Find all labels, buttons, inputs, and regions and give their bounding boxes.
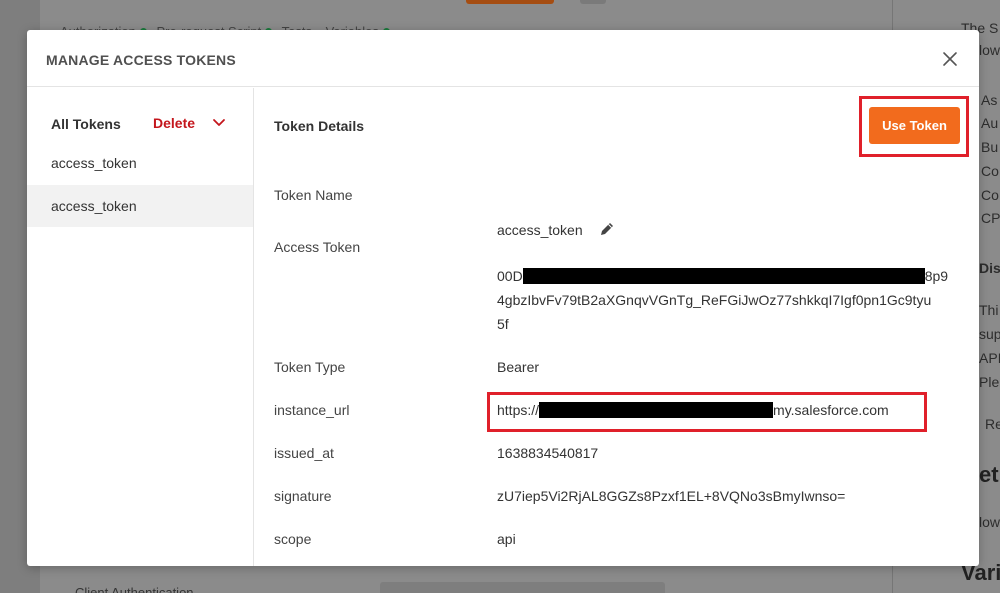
use-token-button[interactable]: Use Token <box>869 107 960 144</box>
token-list-item[interactable]: access_token <box>27 142 253 184</box>
background-right-text: Dis <box>979 260 1000 276</box>
token-name-value: access_token <box>497 222 583 238</box>
access-token-line2: 4gbzIbvFv79tB2aXGnqvVGnTg_ReFGiJwOz77shk… <box>497 292 932 308</box>
background-right-text: Thi <box>979 302 999 318</box>
background-right-text: low <box>979 42 1000 58</box>
background-right-text: Bu <box>981 139 999 155</box>
token-details-title: Token Details <box>274 118 364 134</box>
background-right-text: low <box>979 514 1000 530</box>
instance-url-prefix: https:// <box>497 402 540 418</box>
access-token-label: Access Token <box>274 239 361 255</box>
scope-label: scope <box>274 531 312 547</box>
background-right-text: API <box>979 350 1000 366</box>
background-right-text: Co <box>981 187 999 203</box>
signature-label: signature <box>274 488 332 504</box>
background-right-text: sup <box>979 326 1000 342</box>
modal-header: MANAGE ACCESS TOKENS <box>27 30 979 87</box>
pencil-icon[interactable] <box>599 221 615 237</box>
background-bottom-label: Client Authentication <box>75 585 194 593</box>
token-details-panel: Token Details Use Token Token Name acces… <box>255 88 979 566</box>
token-name-label: Token Name <box>274 187 353 203</box>
access-token-value: 00D 8p9 4gbzIbvFv79tB2aXGnqvVGnTg_ReFGiJw… <box>497 264 967 336</box>
background-right-text: As <box>981 92 998 108</box>
background-right-text: Re <box>985 416 1000 432</box>
issued-at-value: 1638834540817 <box>497 445 599 461</box>
delete-button[interactable]: Delete <box>153 115 195 131</box>
modal-title: MANAGE ACCESS TOKENS <box>46 52 236 68</box>
manage-access-tokens-modal: MANAGE ACCESS TOKENS All Tokens Delete a… <box>27 30 979 566</box>
scope-value: api <box>497 531 516 547</box>
signature-value: zU7iep5Vi2RjAL8GGZs8Pzxf1EL+8VQNo3sBmyIw… <box>497 488 846 504</box>
issued-at-label: issued_at <box>274 445 334 461</box>
background-right-text: Ple <box>979 374 1000 390</box>
access-token-suffix: 8p9 <box>924 268 949 284</box>
background-right-text: Co <box>981 163 999 179</box>
background-secondary-button <box>580 0 606 4</box>
chevron-down-icon[interactable] <box>212 118 226 128</box>
token-type-value: Bearer <box>497 359 540 375</box>
token-list-item-selected[interactable]: access_token <box>27 185 253 227</box>
access-token-prefix: 00D <box>497 268 523 284</box>
access-token-line3: 5f <box>497 316 509 332</box>
redaction-bar <box>539 402 774 418</box>
background-send-button <box>466 0 554 4</box>
background-right-heading: et <box>979 462 999 487</box>
instance-url-label: instance_url <box>274 402 350 418</box>
all-tokens-header: All Tokens <box>51 116 121 132</box>
background-right-text: CP <box>981 210 1000 226</box>
instance-url-suffix: my.salesforce.com <box>773 402 889 418</box>
redaction-bar <box>522 268 925 284</box>
token-list-sidebar: All Tokens Delete access_token access_to… <box>27 88 254 566</box>
token-type-label: Token Type <box>274 359 346 375</box>
background-right-text: Au <box>981 115 999 131</box>
instance-url-value: https:// my.salesforce.com <box>497 398 889 422</box>
close-icon[interactable] <box>942 51 958 67</box>
background-bottom-select <box>380 582 665 593</box>
